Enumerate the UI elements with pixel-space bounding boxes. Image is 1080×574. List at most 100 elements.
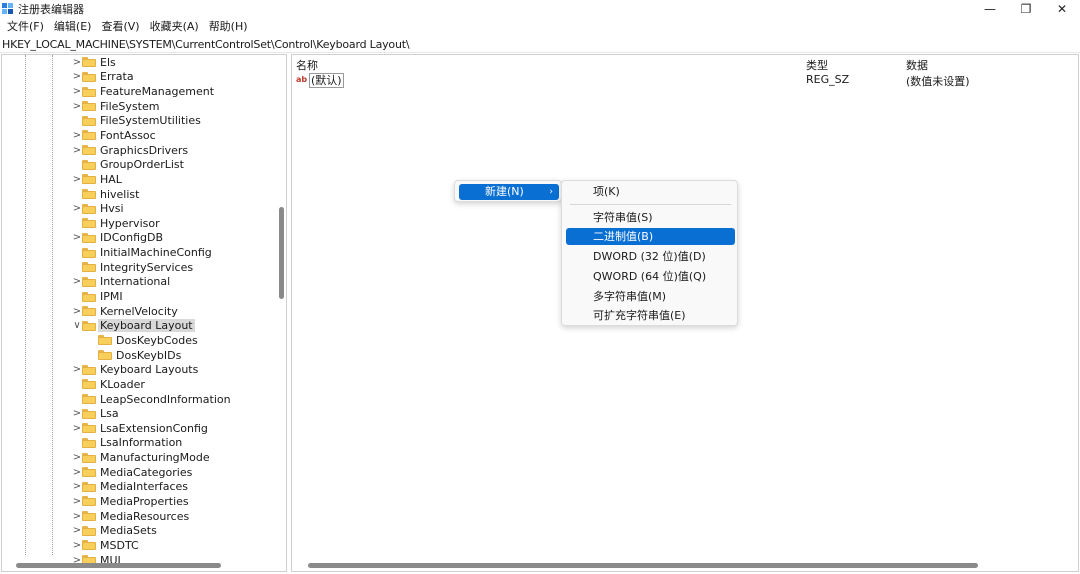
tree-item[interactable]: > Hvsi (72, 201, 124, 216)
menu-favorites[interactable]: 收藏夹(A) (145, 18, 204, 36)
folder-icon (82, 101, 96, 112)
chevron-right-icon[interactable]: > (72, 540, 82, 551)
column-header-name[interactable]: 名称 (296, 57, 318, 73)
tree-item[interactable]: > MSDTC (72, 538, 139, 553)
tree-item-label: DosKeybIDs (116, 348, 182, 362)
submenu-item-expandable-string-value[interactable]: 可扩充字符串值(E) (566, 307, 735, 324)
menu-help[interactable]: 帮助(H) (204, 18, 253, 36)
tree-vertical-scrollbar[interactable] (276, 55, 286, 555)
tree-item[interactable]: DosKeybIDs (88, 348, 181, 363)
chevron-right-icon[interactable]: > (72, 101, 82, 112)
submenu-item-key[interactable]: 项(K) (566, 183, 735, 200)
tree-item[interactable]: > MediaCategories (72, 465, 193, 480)
folder-icon (82, 130, 96, 141)
tree-item[interactable]: ∨ Keyboard Layout (72, 319, 195, 334)
tree-item[interactable]: > MediaSets (72, 523, 157, 538)
chevron-right-icon[interactable]: > (72, 145, 82, 156)
menu-item-new[interactable]: 新建(N) › (459, 184, 559, 200)
tree-item[interactable]: > International (72, 275, 170, 290)
chevron-right-icon[interactable]: > (72, 481, 82, 492)
tree-item[interactable]: > KernelVelocity (72, 304, 178, 319)
minimize-button[interactable]: — (972, 0, 1008, 18)
tree-item[interactable]: > Errata (72, 70, 134, 85)
value-name: (默认) (309, 72, 344, 88)
chevron-right-icon[interactable]: > (72, 86, 82, 97)
tree-item[interactable]: > LsaExtensionConfig (72, 421, 208, 436)
folder-icon (82, 291, 96, 302)
chevron-right-icon[interactable]: > (72, 174, 82, 185)
values-horizontal-scrollbar[interactable] (292, 559, 1078, 571)
tree-item-label: FileSystem (100, 99, 160, 113)
tree-item[interactable]: > MediaInterfaces (72, 480, 188, 495)
tree-horizontal-scrollbar[interactable] (2, 559, 286, 571)
chevron-right-icon[interactable]: > (72, 203, 82, 214)
tree-item[interactable]: IPMI (72, 289, 123, 304)
tree-item[interactable]: InitialMachineConfig (72, 245, 212, 260)
submenu-item-dword-value[interactable]: DWORD (32 位)值(D) (566, 248, 735, 265)
tree-item[interactable]: > ManufacturingMode (72, 450, 210, 465)
chevron-right-icon[interactable]: > (72, 364, 82, 375)
chevron-right-icon[interactable]: > (72, 276, 82, 287)
menu-file[interactable]: 文件(F) (2, 18, 49, 36)
chevron-right-icon[interactable]: > (72, 525, 82, 536)
title-bar: 注册表编辑器 — ❐ ✕ (0, 0, 1080, 18)
restore-button[interactable]: ❐ (1008, 0, 1044, 18)
chevron-right-icon[interactable]: > (72, 511, 82, 522)
tree-item[interactable]: > GraphicsDrivers (72, 143, 188, 158)
menu-view[interactable]: 查看(V) (96, 18, 144, 36)
tree-item-label: MSDTC (100, 538, 139, 552)
chevron-right-icon[interactable]: > (72, 306, 82, 317)
chevron-right-icon[interactable]: > (72, 467, 82, 478)
submenu-item-binary-value[interactable]: 二进制值(B) (566, 228, 735, 245)
submenu-item-qword-value[interactable]: QWORD (64 位)值(Q) (566, 268, 735, 285)
tree-item[interactable]: LsaInformation (72, 436, 182, 451)
folder-icon (82, 525, 96, 536)
chevron-right-icon[interactable]: > (72, 496, 82, 507)
tree-item[interactable]: > IDConfigDB (72, 231, 163, 246)
submenu-item-string-value[interactable]: 字符串值(S) (566, 209, 735, 226)
chevron-right-icon[interactable]: > (72, 130, 82, 141)
tree-item[interactable]: > FeatureManagement (72, 84, 214, 99)
tree-item[interactable]: Hypervisor (72, 216, 160, 231)
tree-item[interactable]: > HAL (72, 172, 122, 187)
chevron-down-icon[interactable]: ∨ (72, 320, 82, 331)
menu-edit[interactable]: 编辑(E) (49, 18, 97, 36)
tree-item[interactable]: GroupOrderList (72, 157, 184, 172)
tree-item-label: LsaInformation (100, 436, 183, 450)
tree-item[interactable]: > FileSystem (72, 99, 160, 114)
tree-item-label: Keyboard Layouts (100, 363, 199, 377)
tree-item[interactable]: FileSystemUtilities (72, 114, 201, 129)
tree-item[interactable]: IntegrityServices (72, 260, 193, 275)
folder-icon (82, 511, 96, 522)
tree-item[interactable]: > FontAssoc (72, 128, 156, 143)
tree-item[interactable]: LeapSecondInformation (72, 392, 231, 407)
tree-item[interactable]: > Els (72, 55, 116, 70)
close-button[interactable]: ✕ (1044, 0, 1080, 18)
tree-item[interactable]: > MediaResources (72, 509, 189, 524)
tree-item-label: MediaCategories (100, 465, 193, 479)
submenu-item-multi-string-value[interactable]: 多字符串值(M) (566, 288, 735, 305)
tree-item-label: MediaSets (100, 524, 157, 538)
tree-item[interactable]: > Keyboard Layouts (72, 362, 199, 377)
folder-icon (82, 423, 96, 434)
tree-item[interactable]: hivelist (72, 187, 139, 202)
chevron-right-icon[interactable]: > (72, 423, 82, 434)
address-bar[interactable]: HKEY_LOCAL_MACHINE\SYSTEM\CurrentControl… (0, 37, 1080, 53)
chevron-right-icon[interactable]: > (72, 408, 82, 419)
chevron-right-icon[interactable]: > (72, 452, 82, 463)
folder-icon (82, 379, 96, 390)
column-header-type[interactable]: 类型 (806, 57, 828, 73)
tree-item[interactable]: KLoader (72, 377, 145, 392)
tree-item-label: Errata (100, 70, 134, 84)
chevron-right-icon[interactable]: > (72, 57, 82, 68)
folder-icon (82, 364, 96, 375)
chevron-right-icon[interactable]: > (72, 71, 82, 82)
tree-item[interactable]: DosKeybCodes (88, 333, 198, 348)
column-header-data[interactable]: 数据 (906, 57, 928, 73)
value-row[interactable]: ab (默认) (296, 72, 344, 88)
tree-item[interactable]: > MediaProperties (72, 494, 189, 509)
folder-icon (82, 71, 96, 82)
tree-item-label: Hvsi (100, 202, 124, 216)
chevron-right-icon[interactable]: > (72, 232, 82, 243)
tree-item[interactable]: > Lsa (72, 406, 119, 421)
